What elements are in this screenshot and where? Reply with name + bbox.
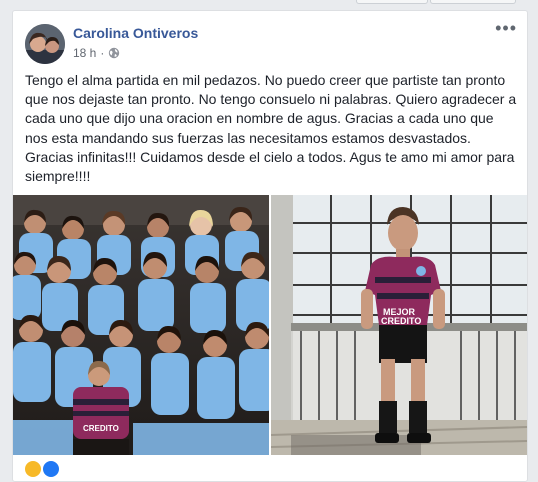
globe-icon[interactable] [108, 47, 120, 59]
post-card: Carolina Ontiveros 18 h · ••• Tengo el a… [12, 10, 528, 482]
post-time[interactable]: 18 h [73, 46, 96, 60]
avatar[interactable] [25, 24, 65, 64]
top-tab-2[interactable] [430, 0, 516, 4]
more-options-icon[interactable]: ••• [495, 19, 517, 37]
post-text: Tengo el alma partida en mil pedazos. No… [25, 72, 517, 185]
player-jersey-text-2: CREDITO [381, 316, 421, 326]
top-strip [0, 0, 538, 4]
team-photo[interactable]: CREDITO [13, 195, 269, 455]
reactions-bar[interactable] [25, 461, 59, 477]
post-meta: 18 h · [73, 46, 120, 60]
meta-separator: · [100, 46, 105, 60]
author-name[interactable]: Carolina Ontiveros [73, 25, 198, 41]
top-tab-1[interactable] [356, 0, 428, 4]
player-photo[interactable]: MEJOR CREDITO [271, 195, 527, 455]
team-jersey-text: CREDITO [83, 424, 119, 433]
haha-reaction-icon [25, 461, 41, 477]
like-reaction-icon [43, 461, 59, 477]
